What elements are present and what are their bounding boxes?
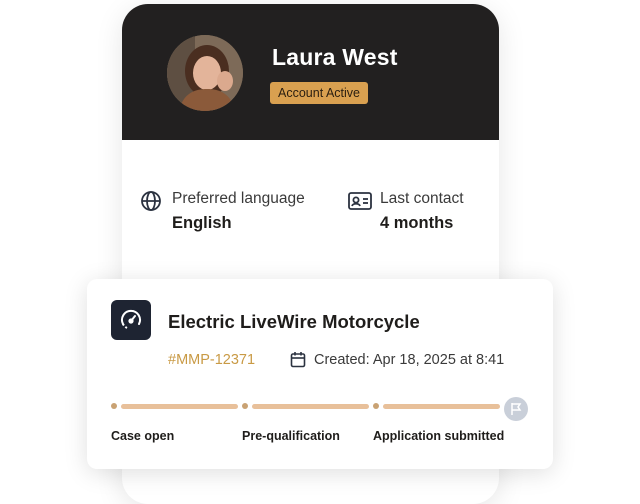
speedometer-icon [111, 300, 151, 340]
step-dot-pre-qualification [242, 403, 248, 409]
avatar [167, 35, 243, 111]
globe-icon [140, 190, 162, 217]
profile-header: Laura West Account Active [122, 4, 499, 140]
case-id[interactable]: #MMP-12371 [168, 352, 255, 368]
case-card[interactable]: Electric LiveWire Motorcycle #MMP-12371 … [87, 279, 553, 469]
contact-card-icon [348, 190, 372, 217]
user-name: Laura West [272, 44, 398, 70]
step-dot-application-submitted [373, 403, 379, 409]
progress-segment-1 [121, 403, 238, 409]
step-label-pre-qualification: Pre-qualification [242, 429, 340, 443]
calendar-icon [290, 351, 306, 373]
status-badge: Account Active [270, 82, 368, 104]
step-label-case-open: Case open [111, 429, 175, 443]
language-label: Preferred language [172, 190, 305, 207]
progress-segment-2 [252, 403, 369, 409]
step-dot-case-open [111, 403, 117, 409]
language-value: English [172, 214, 232, 232]
step-label-application-submitted: Application submitted [373, 429, 505, 443]
contact-value: 4 months [380, 214, 454, 232]
contact-label: Last contact [380, 190, 464, 207]
case-title[interactable]: Electric LiveWire Motorcycle [168, 311, 420, 333]
progress-segment-3 [383, 403, 500, 409]
progress-tracker [111, 397, 531, 421]
flag-icon [504, 397, 528, 421]
created-date: Created: Apr 18, 2025 at 8:41 [314, 352, 505, 368]
